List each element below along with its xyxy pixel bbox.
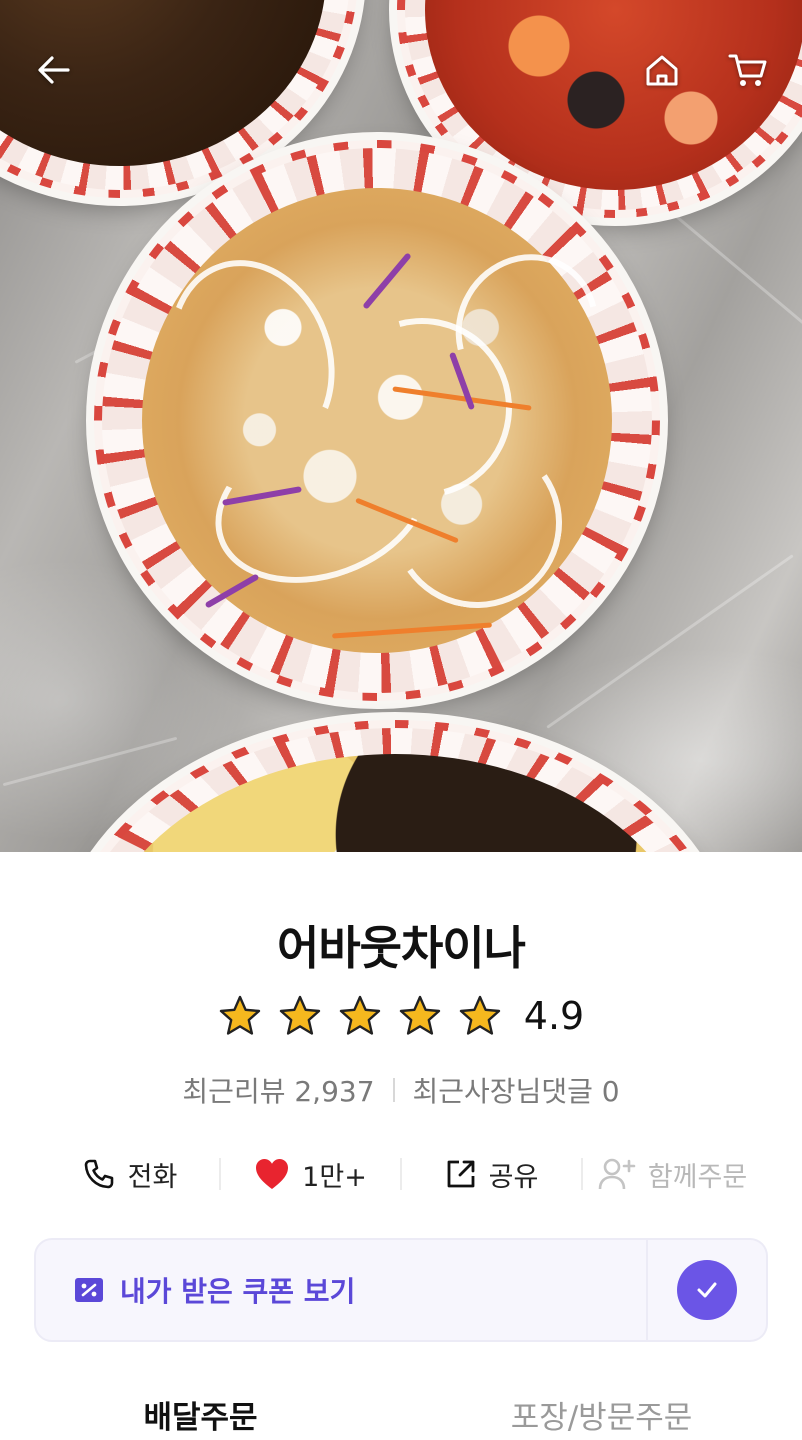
star-icon [459,995,500,1035]
star-icon [399,995,440,1035]
coupon-view-button[interactable]: 내가 받은 쿠폰 보기 [34,1238,648,1342]
favorite-button[interactable]: 1만+ [221,1155,400,1194]
heart-icon [256,1159,289,1189]
rating-value: 4.9 [523,994,585,1038]
share-icon [447,1160,475,1188]
coupon-icon [75,1278,103,1302]
call-button[interactable]: 전화 [40,1155,219,1194]
cart-button[interactable] [724,46,772,94]
divider [392,1078,395,1102]
recent-reviews-count[interactable]: 최근리뷰 2,937 [182,1070,374,1110]
owner-replies-count[interactable]: 최근사장님댓글 0 [413,1070,620,1110]
review-summary[interactable]: 최근리뷰 2,937 최근사장님댓글 0 [0,1070,802,1110]
arrow-left-icon [38,56,70,84]
coupon-check-button[interactable] [648,1238,768,1342]
home-button[interactable] [638,46,686,94]
store-info-panel: 어바웃차이나 4.9 최근리뷰 2,937 최근사장님댓글 0 전화 1만+ 공… [0,852,802,1440]
group-order-button[interactable]: 함께주문 [583,1155,762,1194]
share-button[interactable]: 공유 [402,1155,581,1194]
rating-row[interactable]: 4.9 [0,994,802,1038]
store-actions: 전화 1만+ 공유 함께주문 [40,1150,762,1198]
top-bar [0,40,802,100]
coupon-label: 내가 받은 쿠폰 보기 [120,1275,356,1308]
cart-icon [728,54,767,86]
back-button[interactable] [30,46,78,94]
home-icon [646,55,678,86]
tab-delivery[interactable]: 배달주문 [0,1392,401,1440]
check-icon [677,1260,737,1320]
star-icon [339,995,380,1035]
order-type-tabs: 배달주문 포장/방문주문 [0,1392,802,1440]
add-person-icon [598,1158,636,1190]
store-name: 어바웃차이나 [277,921,526,975]
share-label: 공유 [488,1161,539,1193]
group-order-label: 함께주문 [647,1161,748,1193]
call-label: 전화 [127,1161,178,1193]
star-icon [219,995,260,1035]
star-icon [279,995,320,1035]
favorite-count: 1만+ [302,1161,367,1193]
store-hero-image [0,0,802,852]
phone-icon [84,1159,113,1189]
tab-pickup[interactable]: 포장/방문주문 [401,1392,802,1440]
